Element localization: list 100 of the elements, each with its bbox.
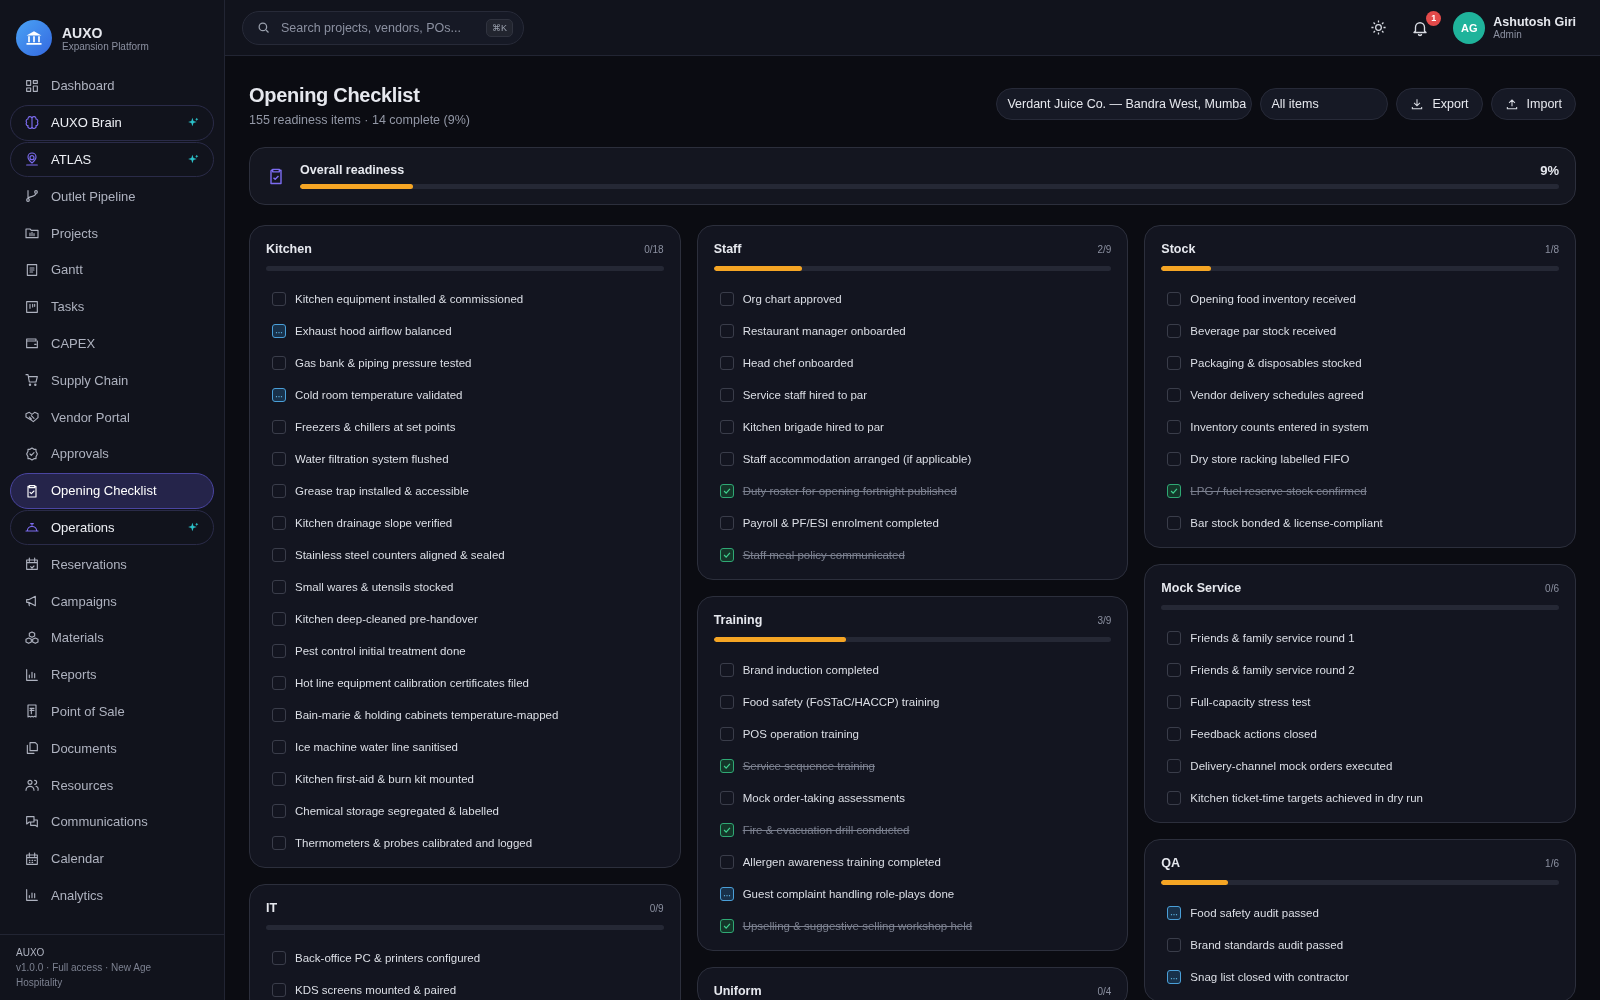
checkbox[interactable] [719,324,734,338]
checkbox[interactable] [719,388,734,402]
checkbox[interactable] [272,676,286,690]
checkbox[interactable] [272,548,286,562]
checklist-item: LPG / fuel reserve stock confirmed [1190,485,1367,497]
sidebar-item[interactable]: Point of Sale [10,693,214,730]
checkbox[interactable] [272,804,286,818]
checklist-item: Packaging & disposables stocked [1190,357,1362,369]
sidebar-item[interactable]: Vendor Portal [10,399,214,435]
checkbox[interactable] [719,420,734,434]
checklist-item: Kitchen equipment installed & commissioned [295,293,524,305]
checkbox[interactable] [1167,663,1182,677]
checkbox[interactable] [719,887,734,901]
checkbox[interactable] [272,388,286,402]
checkbox[interactable] [719,855,734,869]
sidebar-item[interactable]: Supply Chain [10,362,214,399]
checkbox[interactable] [719,292,734,306]
checkbox[interactable] [272,420,286,434]
checklist-item: Mock order-taking assessments [742,792,905,804]
sidebar-item[interactable]: Resources [10,767,214,803]
checkbox[interactable] [1167,970,1182,984]
check-icon [721,550,732,560]
checklist-item: Full-capacity stress test [1190,696,1311,708]
sidebar-item[interactable]: Opening Checklist [10,472,214,509]
checkbox[interactable] [272,612,286,626]
checkbox[interactable] [272,983,286,997]
checkbox[interactable] [1167,356,1182,370]
checkbox[interactable] [272,772,286,786]
export-button[interactable]: Export [1396,88,1483,120]
checkbox[interactable] [719,695,734,709]
sidebar-item[interactable]: Reservations [10,546,214,583]
checkbox[interactable] [272,580,286,594]
checkbox[interactable] [1167,292,1182,306]
sidebar-item[interactable]: Outlet Pipeline [10,178,214,215]
checkbox[interactable] [1167,938,1182,952]
checkbox[interactable] [1167,631,1182,645]
sidebar-item[interactable]: Analytics [10,877,214,914]
checkbox[interactable] [272,516,286,530]
checkbox[interactable] [1167,759,1182,773]
checklist-item: Snag list closed with contractor [1190,971,1349,983]
checkbox[interactable] [719,727,734,741]
section-title: QA [1161,856,1181,870]
sidebar-item[interactable]: Approvals [10,435,214,472]
checkbox[interactable] [272,292,286,306]
checkbox[interactable] [1167,727,1182,741]
checklist-item: Kitchen ticket-time targets achieved in dry run [1190,792,1423,804]
sidebar-item[interactable]: Gantt [10,252,214,288]
checkbox[interactable] [1167,388,1182,402]
checkbox[interactable] [1167,324,1182,338]
sidebar-item[interactable]: Documents [10,730,214,767]
checkbox[interactable] [272,740,286,754]
sidebar-item[interactable]: Materials [10,619,214,656]
checkbox[interactable] [719,919,734,933]
checkbox[interactable] [272,452,286,466]
checkbox[interactable] [272,644,286,658]
checkbox[interactable] [719,791,734,805]
checklist-item: Kitchen first-aid & burn kit mounted [295,773,474,785]
user-role: Admin [1493,29,1523,40]
checkbox[interactable] [719,548,734,562]
sidebar-item[interactable]: Communications [10,803,214,840]
sidebar-item[interactable]: Campaigns [10,583,214,619]
sidebar-item[interactable]: Reports [10,656,214,693]
sidebar-item[interactable]: CAPEX [10,325,214,362]
sidebar-item[interactable]: Projects [10,215,214,251]
chat-icon [24,813,40,830]
checkbox[interactable] [719,356,734,370]
checkbox[interactable] [1167,906,1182,920]
checkbox[interactable] [1167,695,1182,709]
brand-tagline: Expansion Platform [62,40,149,52]
filter-select[interactable]: All items [1260,88,1389,120]
checkbox[interactable] [272,708,286,722]
sidebar-item[interactable]: Calendar [10,840,214,877]
checkbox[interactable] [719,663,734,677]
import-button[interactable]: Import [1490,88,1576,120]
sidebar-item[interactable]: Tasks [10,288,214,325]
checkbox[interactable] [272,951,286,965]
checkbox[interactable] [1167,516,1182,530]
checkbox[interactable] [719,516,734,530]
checkbox[interactable] [719,823,734,837]
sidebar-item[interactable]: Dashboard [10,68,214,104]
checkbox[interactable] [719,452,734,466]
checkbox[interactable] [719,484,734,498]
checkbox[interactable] [1167,484,1182,498]
checklist-item: Delivery-channel mock orders executed [1190,760,1393,772]
checkbox[interactable] [272,356,286,370]
checklist-item: Kitchen drainage slope verified [295,517,453,529]
checkbox[interactable] [719,759,734,773]
checkbox[interactable] [272,484,286,498]
search-bar[interactable]: Search projects, vendors, POs... ⌘K [242,10,524,45]
search-field[interactable]: Search projects, vendors, POs... [279,19,478,36]
check-icon [721,761,732,771]
checkbox[interactable] [1167,452,1182,466]
outlet-select[interactable]: Verdant Juice Co. — Bandra West, Mumba [996,88,1253,120]
checklist-item: Guest complaint handling role-plays done [742,888,955,900]
checkbox[interactable] [272,324,286,338]
cubes-icon [24,629,40,646]
checkbox[interactable] [1167,791,1182,805]
sun-icon[interactable] [1370,19,1388,36]
checkbox[interactable] [272,836,286,850]
checkbox[interactable] [1167,420,1182,434]
